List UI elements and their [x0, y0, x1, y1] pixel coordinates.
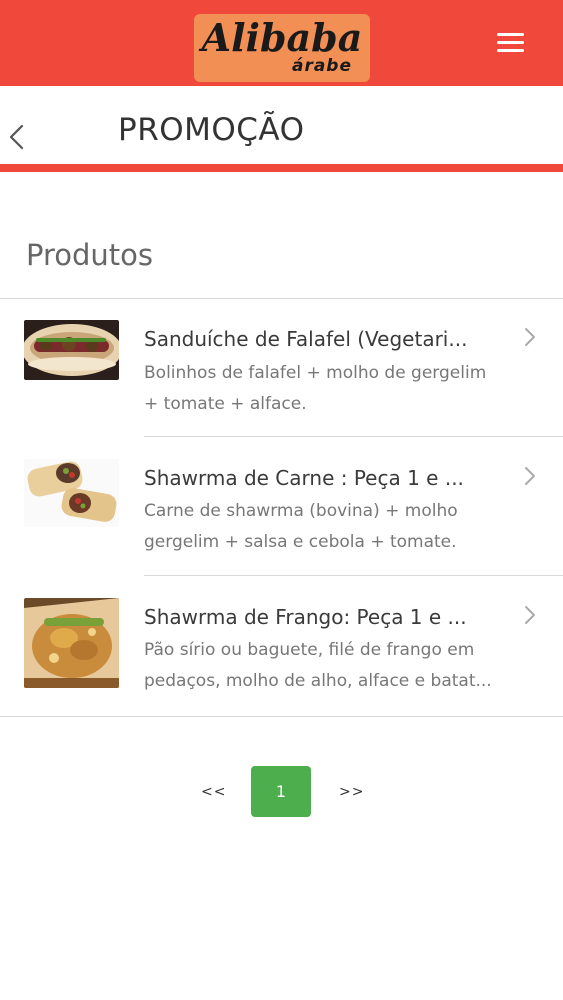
- product-desc-line: + tomate + alface.: [144, 394, 307, 414]
- hamburger-menu-icon[interactable]: [492, 30, 530, 56]
- product-image-falafel: [24, 320, 119, 380]
- product-item-shawrma-frango[interactable]: Shawrma de Frango: Peça 1 e ... Pão síri…: [0, 578, 563, 717]
- list-bottom-divider: [0, 716, 563, 717]
- product-item-falafel[interactable]: Sanduíche de Falafel (Vegetari... Bolinh…: [0, 300, 563, 439]
- product-desc-line: Pão sírio ou baguete, filé de frango em: [144, 640, 475, 660]
- app-header: Alibaba árabe: [0, 0, 563, 86]
- product-desc-line: gergelim + salsa e cebola + tomate.: [144, 532, 457, 552]
- pagination-prev-button[interactable]: <<: [201, 784, 226, 800]
- chevron-right-icon: [525, 606, 535, 624]
- alibaba-logo[interactable]: Alibaba árabe: [194, 14, 370, 82]
- product-desc-line: Carne de shawrma (bovina) + molho: [144, 501, 458, 521]
- product-title: Shawrma de Frango: Peça 1 e ...: [144, 605, 467, 629]
- pagination-page-1[interactable]: 1: [251, 766, 311, 817]
- product-item-shawrma-carne[interactable]: Shawrma de Carne : Peça 1 e ... Carne de…: [0, 439, 563, 578]
- logo-subtext: árabe: [291, 56, 352, 76]
- back-button[interactable]: [4, 118, 30, 158]
- chevron-right-icon: [525, 467, 535, 485]
- header-divider: [0, 164, 563, 172]
- product-desc-line: Bolinhos de falafel + molho de gergelim: [144, 363, 487, 383]
- pagination-next-button[interactable]: >>: [339, 784, 364, 800]
- product-title: Sanduíche de Falafel (Vegetari...: [144, 327, 468, 351]
- product-title: Shawrma de Carne : Peça 1 e ...: [144, 466, 464, 490]
- chevron-left-icon: [9, 124, 24, 150]
- item-separator: [144, 436, 563, 437]
- product-description: Carne de shawrma (bovina) + molho gergel…: [144, 496, 540, 558]
- product-image-shawrma-frango: [24, 598, 119, 688]
- logo-text: Alibaba: [201, 15, 363, 60]
- product-desc-line: pedaços, molho de alho, alface e batat..…: [144, 671, 492, 691]
- product-description: Bolinhos de falafel + molho de gergelim …: [144, 358, 540, 420]
- product-image-shawrma-carne: [24, 459, 119, 527]
- item-separator: [144, 575, 563, 576]
- section-title: Produtos: [26, 238, 154, 272]
- pagination: << 1 >>: [0, 766, 563, 818]
- chevron-right-icon: [525, 328, 535, 346]
- page-title: PROMOÇÃO: [118, 112, 305, 148]
- product-description: Pão sírio ou baguete, filé de frango em …: [144, 635, 540, 697]
- list-divider: [0, 298, 563, 299]
